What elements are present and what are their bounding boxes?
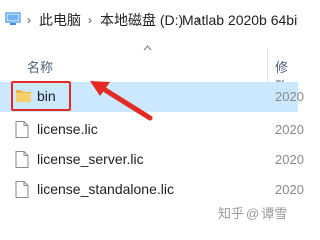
document-icon [15, 151, 29, 168]
red-arrow-icon [90, 81, 153, 121]
document-icon [15, 121, 29, 138]
file-name: license_standalone.lic [37, 181, 174, 197]
file-date: 2020 [275, 182, 304, 197]
file-name: license.lic [37, 121, 98, 137]
highlight-box [11, 81, 71, 111]
breadcrumb-separator-icon: › [27, 13, 31, 27]
breadcrumb-matlab-folder[interactable]: Matlab 2020b 64bit [182, 11, 298, 29]
file-row-license-standalone[interactable]: license_standalone.lic 2020 [0, 175, 304, 205]
file-name: license_server.lic [37, 151, 144, 167]
file-date: 2020 [275, 122, 304, 137]
file-row-license-server[interactable]: license_server.lic 2020 [0, 145, 304, 175]
sort-up-icon [143, 45, 152, 51]
column-header-name[interactable]: 名称 [27, 57, 53, 76]
this-pc-icon [5, 12, 21, 25]
breadcrumb-this-pc[interactable]: 此电脑 [39, 11, 81, 29]
breadcrumb-separator-icon: › [88, 13, 92, 27]
watermark-at: @ [246, 206, 260, 221]
file-date: 2020 [275, 152, 304, 167]
column-divider[interactable] [267, 48, 268, 86]
watermark-site: 知乎 [218, 206, 245, 221]
watermark: 知乎 @ 谭雪 [218, 203, 287, 222]
breadcrumb-local-disk[interactable]: 本地磁盘 (D:) [100, 11, 183, 29]
watermark-user: 谭雪 [261, 206, 288, 221]
document-icon [15, 181, 29, 198]
address-bar[interactable]: › 此电脑 › 本地磁盘 (D:) › Matlab 2020b 64bit [0, 0, 298, 41]
file-date: 2020 [275, 89, 304, 104]
